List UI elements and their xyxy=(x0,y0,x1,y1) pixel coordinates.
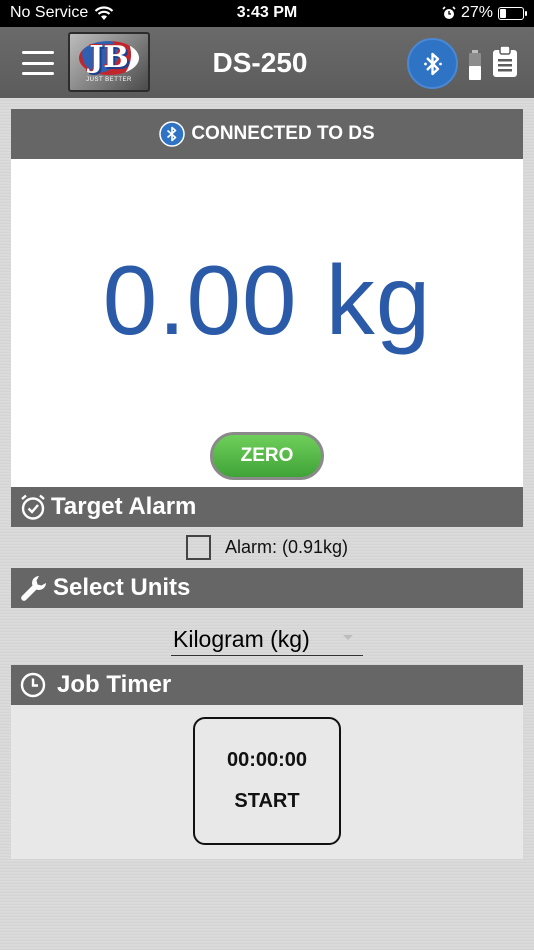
bluetooth-button[interactable] xyxy=(407,38,458,89)
connection-status: CONNECTED TO DS xyxy=(191,123,375,144)
bluetooth-icon xyxy=(159,121,186,147)
clock-icon xyxy=(20,672,46,698)
jb-logo: JB JUST BETTER xyxy=(68,32,150,92)
battery-icon xyxy=(498,6,527,20)
alarm-checkbox[interactable] xyxy=(185,535,211,560)
units-dropdown[interactable]: Kilogram (kg) xyxy=(171,623,363,656)
select-units-header: Select Units xyxy=(11,568,523,608)
main-panel: CONNECTED TO DS 0.00 kg ZERO Target Alar… xyxy=(11,109,523,859)
zero-button[interactable]: ZERO xyxy=(210,432,324,480)
weight-reading: 0.00 kg xyxy=(102,245,432,355)
battery-percent: 27% xyxy=(460,4,493,21)
alarm-clock-icon xyxy=(21,494,45,520)
start-label: START xyxy=(234,790,300,812)
timer-area: 00:00:00 START xyxy=(11,705,523,859)
hamburger-menu-icon[interactable] xyxy=(22,51,54,75)
target-alarm-title: Target Alarm xyxy=(51,493,197,520)
select-units-title: Select Units xyxy=(53,574,191,601)
alarm-clock-icon xyxy=(442,6,456,19)
job-timer-title: Job Timer xyxy=(57,671,172,698)
app-header: JB JUST BETTER DS-250 xyxy=(0,27,534,98)
logo-tagline: JUST BETTER xyxy=(86,77,132,83)
weight-display: 0.00 kg ZERO xyxy=(11,159,523,487)
status-bar: No Service 3:43 PM 27% xyxy=(0,0,534,27)
clipboard-icon[interactable] xyxy=(492,46,518,78)
timer-time: 00:00:00 xyxy=(226,749,308,771)
page-title: DS-250 xyxy=(212,47,308,78)
target-alarm-header: Target Alarm xyxy=(11,487,523,527)
alarm-label: Alarm: (0.91kg) xyxy=(224,537,349,557)
battery-fill xyxy=(500,8,506,18)
logo-letters: JB xyxy=(79,41,139,75)
chevron-down-icon xyxy=(343,635,353,640)
connection-header: CONNECTED TO DS xyxy=(11,109,523,159)
alarm-row: Alarm: (0.91kg) xyxy=(11,527,523,568)
bluetooth-icon xyxy=(423,52,442,75)
wrench-icon xyxy=(21,576,46,601)
battery-level-icon xyxy=(469,50,481,80)
timer-start-button[interactable]: 00:00:00 START xyxy=(193,717,341,845)
selected-unit: Kilogram (kg) xyxy=(173,625,310,652)
job-timer-header: Job Timer xyxy=(11,665,523,705)
status-right: 27% xyxy=(442,4,527,22)
